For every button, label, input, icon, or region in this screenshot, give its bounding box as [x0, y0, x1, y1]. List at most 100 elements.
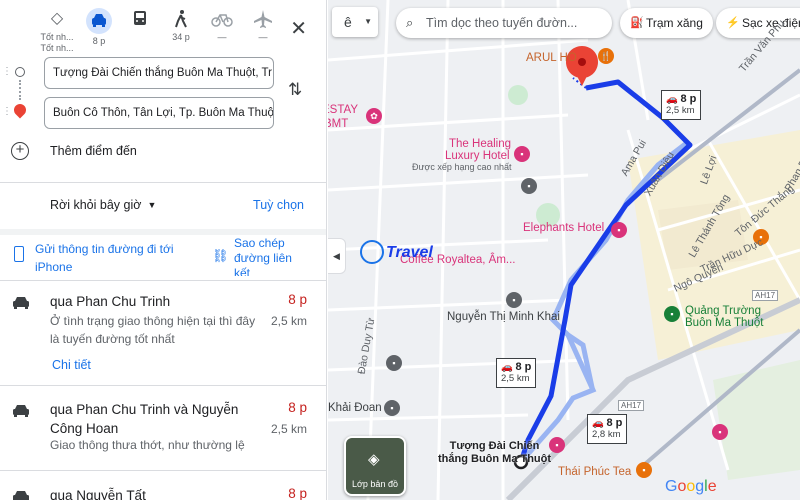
mode-flight[interactable]: —	[243, 8, 283, 43]
google-logo: Google	[665, 478, 717, 495]
shop-icon[interactable]: ▪	[384, 400, 400, 416]
car-icon	[13, 405, 29, 417]
link-icon: ⛓	[212, 248, 229, 263]
mode-best[interactable]: ◇ Tốt nh... Tốt nh...	[37, 8, 77, 54]
mode-walk[interactable]: 34 p	[161, 8, 201, 43]
copy-link-button[interactable]: Sao chép đường liên kết	[234, 236, 304, 276]
divider	[0, 385, 326, 386]
directions-panel: ◇ Tốt nh... Tốt nh... 8 p 34 p — — ✕ ⋮ T…	[0, 0, 327, 500]
route-callout[interactable]: 🚗 8 p 2,5 km	[496, 358, 537, 388]
origin-dot-icon	[15, 67, 25, 77]
mode-car[interactable]: 8 p	[79, 8, 119, 47]
car-icon	[86, 8, 112, 34]
route-time: 8 p	[288, 400, 307, 415]
hotel-icon[interactable]: ▪	[611, 222, 627, 238]
airplane-icon	[252, 8, 274, 30]
callout-distance: 2,5 km	[501, 373, 530, 384]
restaurant-icon[interactable]: 🍴	[598, 48, 614, 64]
route-option[interactable]: qua Phan Chu Trinh và Nguyễn Công Hoan 8…	[0, 400, 326, 460]
layers-icon: ◈	[368, 451, 380, 468]
mode-label: Tốt nh...	[40, 43, 74, 53]
route-description: Giao thông thưa thớt, như thường lệ	[50, 438, 245, 452]
ev-charging-chip[interactable]: ⚡ Sạc xe điện	[716, 8, 800, 38]
mode-transit[interactable]	[120, 8, 160, 32]
route-callout[interactable]: 🚗 8 p 2,8 km	[587, 414, 628, 444]
search-placeholder: Tìm dọc theo tuyến đườn...	[426, 16, 578, 30]
route-name: qua Nguyễn Tất	[50, 488, 146, 500]
travel-modes: ◇ Tốt nh... Tốt nh... 8 p 34 p — — ✕	[0, 8, 326, 53]
swap-icon[interactable]: ⇅	[288, 80, 302, 100]
poi-khai-doan[interactable]: Khải Đoan	[328, 402, 382, 414]
route-connector	[19, 80, 21, 100]
mode-bike[interactable]: —	[202, 8, 242, 43]
poi-arul[interactable]: ARUL HO	[526, 52, 577, 64]
car-icon	[13, 297, 29, 309]
destination-input[interactable]: Buôn Cô Thôn, Tân Lợi, Tp. Buôn Ma Thuột	[44, 97, 274, 129]
poi-thai-phuc[interactable]: Thái Phúc Tea	[558, 466, 631, 478]
origin-label: Tượng Đài Chiến thắng Buôn Ma Thuột	[438, 440, 551, 466]
add-destination-label: Thêm điểm đến	[50, 144, 137, 158]
route-distance: 2,5 km	[270, 314, 307, 328]
poi-elephants[interactable]: Elephants Hotel	[523, 222, 604, 234]
diamond-turn-icon: ◇	[50, 10, 64, 27]
divider	[0, 182, 326, 183]
route-time: 8 p	[288, 486, 307, 500]
close-icon[interactable]: ✕	[290, 16, 307, 41]
origin-label-line2: thắng Buôn Ma Thuột	[438, 453, 552, 465]
shop-icon[interactable]: ▪	[386, 355, 402, 371]
highway-badge: AH17	[618, 400, 645, 411]
drag-handle-icon[interactable]: ⋮	[2, 66, 12, 77]
walking-icon	[170, 8, 192, 30]
callout-distance: 2,8 km	[592, 429, 621, 440]
map-menu-button[interactable]: ê ▼	[332, 7, 378, 37]
route-time: 8 p	[288, 292, 307, 307]
hotel-icon[interactable]: ✿	[366, 108, 382, 124]
shop-icon[interactable]: ▪	[521, 178, 537, 194]
hotel-icon[interactable]: ▪	[549, 437, 565, 453]
route-option[interactable]: qua Nguyễn Tất 8 p	[0, 486, 326, 500]
details-link[interactable]: Chi tiết	[52, 358, 91, 372]
search-icon: ⌕	[406, 15, 414, 30]
drag-handle-icon[interactable]: ⋮	[2, 106, 12, 117]
share-row: Gửi thông tin đường đi tới iPhone ⛓ Sao …	[0, 236, 326, 280]
map-layers-button[interactable]: ◈ Lớp bản đồ	[344, 436, 406, 496]
route-search-input[interactable]: ⌕ Tìm dọc theo tuyến đườn...	[396, 8, 612, 38]
gas-pump-icon: ⛽	[630, 17, 644, 29]
options-link[interactable]: Tuỳ chọn	[253, 198, 304, 212]
destination-pin-icon	[11, 101, 29, 119]
cafe-icon[interactable]: ▪	[636, 462, 652, 478]
add-destination-button[interactable]: + Thêm điểm đến	[10, 142, 310, 162]
bicycle-icon	[211, 8, 233, 30]
poi-quang-truong[interactable]: Quảng Trường	[685, 305, 761, 317]
gas-station-chip[interactable]: ⛽ Trạm xăng	[620, 8, 713, 38]
depart-time-dropdown[interactable]: Rời khỏi bây giờ ▼	[50, 198, 156, 212]
poi-nguyen-thi-minh-khai[interactable]: Nguyễn Thị Minh Khai	[447, 311, 560, 323]
car-icon: 🚗	[592, 418, 604, 429]
poi-healing[interactable]: The Healing	[449, 138, 511, 150]
poi-estay[interactable]: ESTAY	[328, 104, 358, 116]
origin-label-line1: Tượng Đài Chiến	[449, 440, 540, 452]
map-canvas[interactable]: ◀ ê ▼ ⌕ Tìm dọc theo tuyến đườn... ⛽ Trạm …	[328, 0, 800, 500]
callout-time: 8 p	[515, 361, 532, 373]
route-callout[interactable]: 🚗 8 p 2,5 km	[661, 90, 702, 120]
menu-glyph: ê	[344, 14, 352, 30]
send-to-phone-button[interactable]: Gửi thông tin đường đi tới iPhone	[35, 240, 185, 276]
callout-distance: 2,5 km	[666, 105, 695, 116]
callout-time: 8 p	[680, 93, 697, 105]
poi-quang-truong-2: Buôn Ma Thuột	[685, 317, 764, 329]
hotel-icon[interactable]: ▪	[514, 146, 530, 162]
plus-icon: +	[11, 142, 29, 160]
highway-badge: AH17	[752, 290, 779, 301]
layers-label: Lớp bản đồ	[352, 479, 398, 489]
route-distance: 2,5 km	[270, 422, 307, 436]
origin-input[interactable]: Tượng Đài Chiến thắng Buôn Ma Thuột, Tr	[44, 57, 274, 89]
hotel-icon[interactable]: ▪	[712, 424, 728, 440]
route-option[interactable]: qua Phan Chu Trinh 8 p 2,5 km Ở tình trạ…	[0, 292, 326, 382]
divider	[0, 470, 326, 471]
park-icon[interactable]: ▪	[664, 306, 680, 322]
callout-time: 8 p	[606, 417, 623, 429]
car-icon	[13, 491, 29, 500]
collapse-panel-button[interactable]: ◀	[328, 238, 346, 274]
car-icon: 🚗	[501, 362, 513, 373]
shop-icon[interactable]: ▪	[506, 292, 522, 308]
